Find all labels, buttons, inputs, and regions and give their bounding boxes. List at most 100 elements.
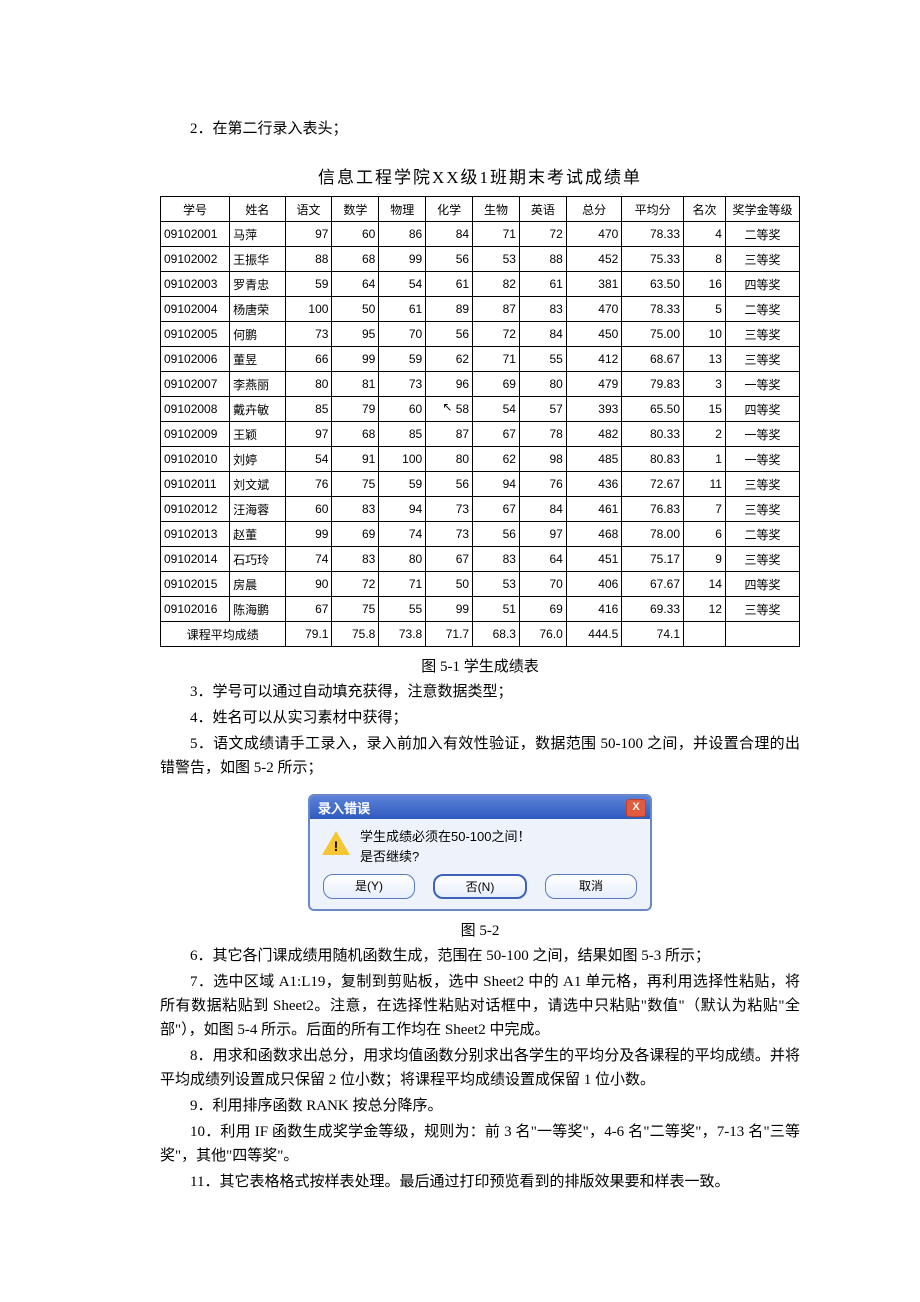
table-header-cell: 平均分 xyxy=(622,197,684,222)
table-cell: 75.00 xyxy=(622,322,684,347)
table-cell: 67.67 xyxy=(622,572,684,597)
table-row: 09102014石巧玲74838067836445175.179三等奖 xyxy=(161,547,800,572)
step-4: 4．姓名可以从实习素材中获得； xyxy=(160,706,800,730)
table-cell: 5 xyxy=(684,297,726,322)
step-6: 6．其它各门课成绩用随机函数生成，范围在 50-100 之间，结果如图 5-3 … xyxy=(160,944,800,968)
table-cell: 14 xyxy=(684,572,726,597)
table-cell: 三等奖 xyxy=(725,247,799,272)
table-row: 09102006董昱66995962715541268.6713三等奖 xyxy=(161,347,800,372)
table-cell: 王颖 xyxy=(230,422,286,447)
table-cell: 78 xyxy=(519,422,566,447)
no-button[interactable]: 否(N) xyxy=(433,874,527,899)
table-header-cell: 化学 xyxy=(426,197,473,222)
table-header-cell: 英语 xyxy=(519,197,566,222)
table-cell: 451 xyxy=(566,547,622,572)
table-cell: 51 xyxy=(473,597,520,622)
table-header-cell: 语文 xyxy=(285,197,332,222)
table-header-cell: 数学 xyxy=(332,197,379,222)
close-icon[interactable]: X xyxy=(626,799,646,817)
table-cell: 461 xyxy=(566,497,622,522)
table-row: 09102013赵董99697473569746878.006二等奖 xyxy=(161,522,800,547)
table-cell: 97 xyxy=(285,222,332,247)
table-cell: 94 xyxy=(379,497,426,522)
table-cell: 406 xyxy=(566,572,622,597)
table-cell: 485 xyxy=(566,447,622,472)
table-cell: 85 xyxy=(285,397,332,422)
table-cell: 84 xyxy=(426,222,473,247)
yes-button[interactable]: 是(Y) xyxy=(323,874,415,899)
table-footer-label: 课程平均成绩 xyxy=(161,622,286,647)
table-cell: 63.50 xyxy=(622,272,684,297)
table-footer-cell: 79.1 xyxy=(285,622,332,647)
table-cell: 71 xyxy=(473,347,520,372)
table-cell: 78.33 xyxy=(622,297,684,322)
table-footer-cell: 73.8 xyxy=(379,622,426,647)
table-cell: 7 xyxy=(684,497,726,522)
table-cell: 99 xyxy=(332,347,379,372)
table-cell: 55 xyxy=(519,347,566,372)
table-cell: 66 xyxy=(285,347,332,372)
table-cell: 72.67 xyxy=(622,472,684,497)
step-9: 9．利用排序函数 RANK 按总分降序。 xyxy=(160,1094,800,1118)
dialog-title: 录入错误 xyxy=(318,798,370,817)
table-cell: 84 xyxy=(519,322,566,347)
table-cell: 83 xyxy=(332,547,379,572)
table-cell: 72 xyxy=(519,222,566,247)
table-cell: 71 xyxy=(379,572,426,597)
table-cell: 76.83 xyxy=(622,497,684,522)
table-cell: 95 xyxy=(332,322,379,347)
table-cell: 王振华 xyxy=(230,247,286,272)
table-cell: 50 xyxy=(332,297,379,322)
table-cell: 09102003 xyxy=(161,272,230,297)
table-cell: 09102010 xyxy=(161,447,230,472)
table-cell: 99 xyxy=(285,522,332,547)
table-cell: 09102011 xyxy=(161,472,230,497)
table-cell: 60 xyxy=(285,497,332,522)
table-cell: 50 xyxy=(426,572,473,597)
table-cell: 汪海蓉 xyxy=(230,497,286,522)
table-cell: 67 xyxy=(473,422,520,447)
caption-table: 图 5-1 学生成绩表 xyxy=(160,655,800,676)
step-5: 5．语文成绩请手工录入，录入前加入有效性验证，数据范围 50-100 之间，并设… xyxy=(160,732,800,780)
cursor-icon: ↖ xyxy=(442,400,452,414)
table-row: 09102007李燕丽80817396698047979.833一等奖 xyxy=(161,372,800,397)
table-cell: 60 xyxy=(332,222,379,247)
warning-icon xyxy=(322,831,350,855)
table-cell: 马萍 xyxy=(230,222,286,247)
dialog-message: 学生成绩必须在50-100之间！ 是否继续? xyxy=(360,827,642,866)
cancel-button[interactable]: 取消 xyxy=(545,874,637,899)
table-cell: 57 xyxy=(519,397,566,422)
table-footer-cell: 71.7 xyxy=(426,622,473,647)
table-cell: 三等奖 xyxy=(725,547,799,572)
table-footer-empty xyxy=(725,622,799,647)
table-cell: 83 xyxy=(519,297,566,322)
table-cell: 62 xyxy=(426,347,473,372)
table-cell: 75 xyxy=(332,472,379,497)
table-cell: 94 xyxy=(473,472,520,497)
table-cell: 09102001 xyxy=(161,222,230,247)
table-header-cell: 姓名 xyxy=(230,197,286,222)
table-cell: 赵董 xyxy=(230,522,286,547)
table-cell: 70 xyxy=(379,322,426,347)
table-row: 09102008戴卉敏857960↖ 58545739365.5015四等奖 xyxy=(161,397,800,422)
dialog-msg-line2: 是否继续? xyxy=(360,847,642,867)
table-cell: 56 xyxy=(426,247,473,272)
table-cell: 100 xyxy=(285,297,332,322)
table-cell: 468 xyxy=(566,522,622,547)
table-cell: 436 xyxy=(566,472,622,497)
table-cell: 10 xyxy=(684,322,726,347)
table-cell: 09102008 xyxy=(161,397,230,422)
table-cell: 09102014 xyxy=(161,547,230,572)
table-row: 09102009王颖97688587677848280.332一等奖 xyxy=(161,422,800,447)
error-dialog: 录入错误 X 学生成绩必须在50-100之间！ 是否继续? 是(Y) 否(N) … xyxy=(308,794,652,911)
table-cell: 68 xyxy=(332,422,379,447)
table-cell: 74 xyxy=(285,547,332,572)
table-cell: 三等奖 xyxy=(725,322,799,347)
table-cell: 09102004 xyxy=(161,297,230,322)
table-cell: 四等奖 xyxy=(725,572,799,597)
table-cell: 80 xyxy=(426,447,473,472)
table-cell: 09102016 xyxy=(161,597,230,622)
table-cell: 88 xyxy=(285,247,332,272)
table-cell: 54 xyxy=(473,397,520,422)
table-row: 09102002王振华88689956538845275.338三等奖 xyxy=(161,247,800,272)
